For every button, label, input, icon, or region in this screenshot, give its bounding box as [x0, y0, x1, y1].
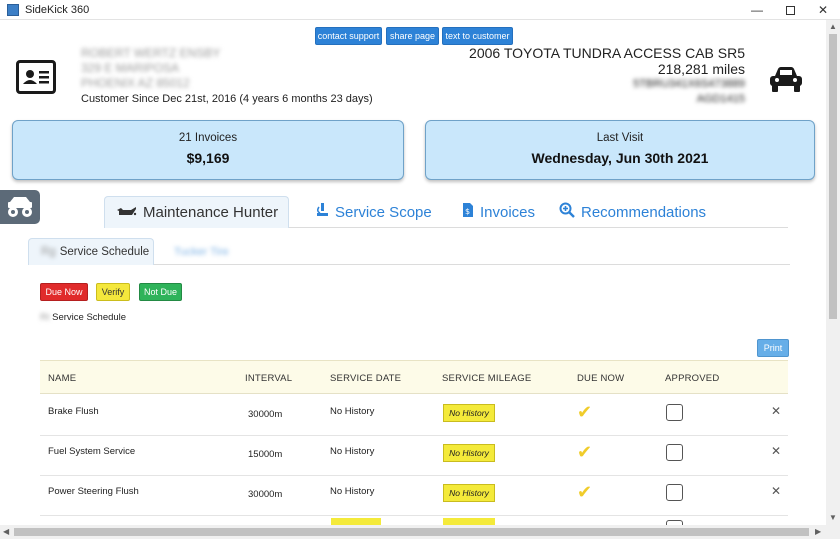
text-to-customer-button[interactable]: text to customer	[442, 27, 513, 45]
row-service-mileage: No History	[443, 444, 495, 462]
sub-tab-label: Service Schedule	[59, 246, 150, 258]
main-tabs: Maintenance Hunter Service Scope $ Invoi…	[104, 196, 788, 228]
maximize-icon	[785, 5, 795, 15]
contact-support-button[interactable]: contact support	[315, 27, 382, 45]
row-interval: 30000m	[248, 408, 283, 420]
remove-icon[interactable]: ✕	[771, 444, 781, 458]
table-row: Fuel System Service 15000m No History No…	[40, 436, 788, 476]
customer-name: ROBERT WERTZ ENSBY	[81, 46, 221, 60]
header-approved: APPROVED	[665, 372, 720, 384]
row-service-mileage: No History	[443, 404, 495, 422]
vehicle-widget-button[interactable]	[0, 190, 40, 224]
sub-tab-prefix: Rg	[41, 246, 56, 258]
tab-label: Maintenance Hunter	[143, 204, 279, 221]
monster-truck-icon	[8, 197, 32, 217]
header-service-date: SERVICE DATE	[330, 372, 402, 384]
close-button[interactable]: ✕	[806, 0, 840, 20]
contact-card-icon	[16, 60, 56, 94]
row-name: Brake Flush	[48, 405, 99, 417]
oil-can-icon	[115, 204, 137, 222]
table-header: NAME INTERVAL SERVICE DATE SERVICE MILEA…	[40, 360, 788, 394]
last-visit-label: Last Visit	[596, 132, 644, 144]
scroll-down-arrow[interactable]: ▼	[829, 513, 837, 522]
share-page-button[interactable]: share page	[386, 27, 439, 45]
contact-card-svg	[23, 70, 49, 84]
car-icon	[768, 66, 804, 99]
row-name: Power Steering Flush	[48, 485, 139, 497]
next-row-mileage-sliver	[443, 518, 495, 525]
remove-icon[interactable]: ✕	[771, 484, 781, 498]
table-row: Brake Flush 30000m No History No History…	[40, 396, 788, 436]
sub-tabs: Rg Service Schedule Tucker Tire	[28, 238, 790, 265]
tab-recommendations[interactable]: Recommendations	[559, 196, 706, 228]
row-name: Fuel System Service	[48, 445, 136, 457]
vehicle-title: 2006 TOYOTA TUNDRA ACCESS CAB SR5	[469, 45, 745, 61]
car-svg	[770, 67, 802, 92]
table-row: Power Steering Flush 30000m No History N…	[40, 476, 788, 516]
tab-label: Recommendations	[581, 203, 707, 221]
approve-checkbox[interactable]	[666, 484, 683, 501]
header-due-now: DUE NOW	[577, 372, 625, 384]
row-interval: 30000m	[248, 488, 283, 500]
maximize-button[interactable]	[773, 0, 807, 20]
check-icon: ✔	[577, 402, 593, 422]
tab-label: Invoices	[480, 203, 536, 221]
approve-checkbox[interactable]	[666, 444, 683, 461]
vehicle-mileage: 218,281 miles	[657, 61, 745, 77]
tab-maintenance-hunter[interactable]: Maintenance Hunter	[104, 196, 290, 228]
row-service-date: No History	[330, 445, 375, 457]
invoices-count: 21 Invoices	[178, 132, 238, 144]
window-title: SideKick 360	[25, 3, 90, 16]
scroll-right-arrow[interactable]: ▶	[815, 527, 821, 536]
tab-service-schedule[interactable]: Rg Service Schedule	[28, 238, 154, 265]
check-icon: ✔	[577, 442, 593, 462]
verify-legend[interactable]: Verify	[96, 283, 130, 301]
check-icon: ✔	[577, 482, 593, 502]
vehicle-tag: AGD1415	[696, 93, 745, 105]
app-icon	[7, 3, 19, 16]
customer-since: Customer Since Dec 21st, 2016 (4 years 6…	[81, 93, 373, 105]
scope-icon	[315, 202, 329, 222]
header-name: NAME	[48, 372, 77, 384]
header-service-mileage: SERVICE MILEAGE	[442, 372, 532, 384]
tab-service-scope[interactable]: Service Scope	[315, 196, 432, 228]
scroll-up-arrow[interactable]: ▲	[829, 22, 837, 31]
vehicle-vin: 5TBRU341X6S473889	[633, 78, 745, 90]
next-row-date-sliver	[331, 518, 381, 525]
horizontal-scroll-thumb[interactable]	[14, 528, 809, 536]
minimize-button[interactable]: —	[740, 0, 774, 20]
last-visit-summary[interactable]: Last Visit Wednesday, Jun 30th 2021	[425, 120, 815, 180]
last-visit-date: Wednesday, Jun 30th 2021	[531, 150, 709, 166]
window-titlebar: SideKick 360	[0, 0, 840, 20]
header-interval: INTERVAL	[245, 372, 293, 384]
search-plus-icon	[559, 202, 575, 222]
customer-address-2: PHOENIX AZ 85012	[81, 76, 190, 90]
not-due-legend[interactable]: Not Due	[139, 283, 182, 301]
print-button[interactable]: Print	[757, 339, 789, 357]
due-now-legend[interactable]: Due Now	[40, 283, 88, 301]
customer-address-1: 329 E MARIPOSA	[81, 61, 180, 75]
schedule-label: Rt Service Schedule	[40, 312, 126, 323]
scroll-left-arrow[interactable]: ◀	[3, 527, 9, 536]
svg-text:$: $	[465, 207, 470, 216]
tab-invoices[interactable]: $ Invoices	[462, 196, 535, 228]
vertical-scroll-thumb[interactable]	[829, 34, 837, 319]
row-service-date: No History	[330, 485, 375, 497]
invoice-icon: $	[462, 202, 474, 222]
row-service-date: No History	[330, 405, 375, 417]
approve-checkbox[interactable]	[666, 404, 683, 421]
schedule-title: Service Schedule	[52, 312, 127, 323]
tab-secondary[interactable]: Tucker Tire	[174, 238, 229, 265]
invoices-total: $9,169	[186, 150, 230, 166]
tab-label: Service Scope	[335, 203, 432, 221]
row-service-mileage: No History	[443, 484, 495, 502]
remove-icon[interactable]: ✕	[771, 404, 781, 418]
row-interval: 15000m	[248, 448, 283, 460]
invoices-summary[interactable]: 21 Invoices $9,169	[12, 120, 404, 180]
schedule-prefix: Rt	[40, 312, 50, 323]
